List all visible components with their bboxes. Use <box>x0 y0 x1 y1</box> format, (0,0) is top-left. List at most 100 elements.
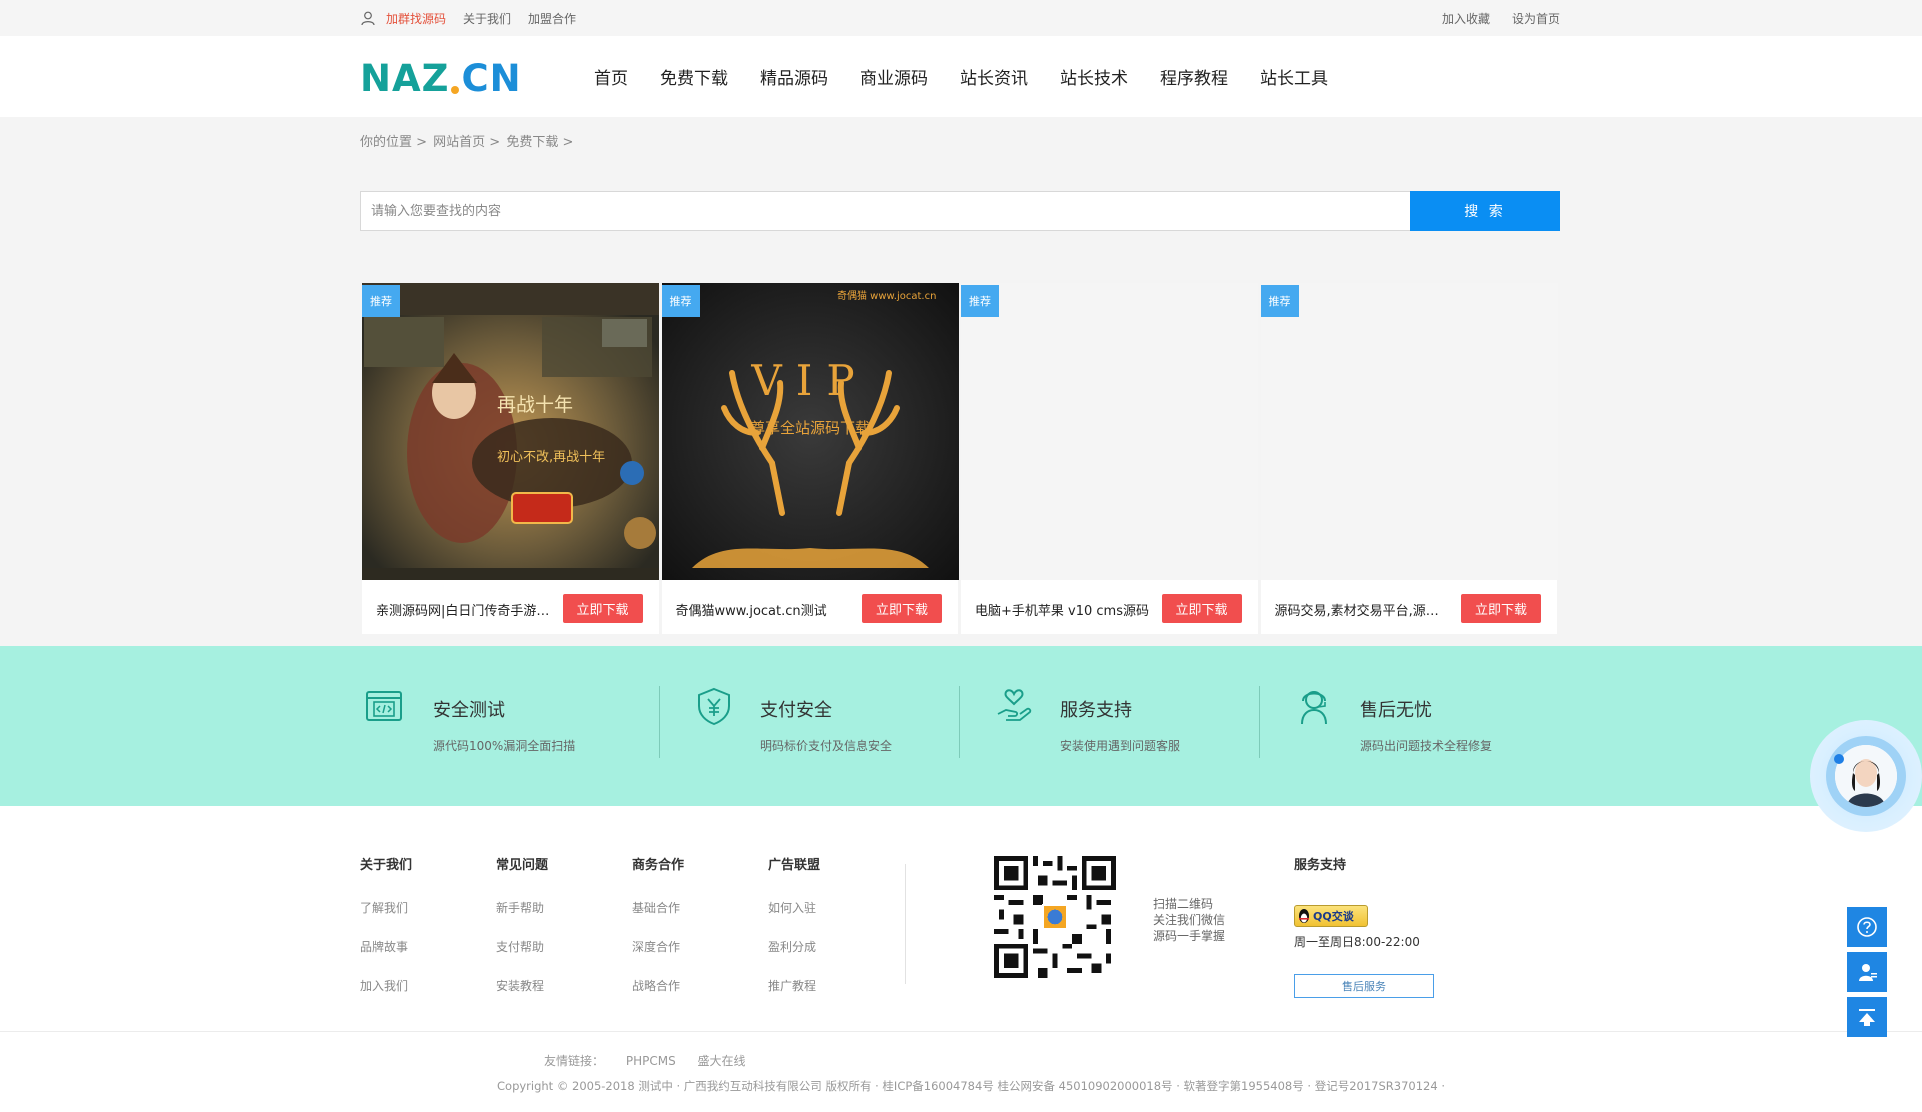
recommend-badge: 推荐 <box>961 285 999 317</box>
add-favorite-link[interactable]: 加入收藏 <box>1442 10 1490 27</box>
feature-subtitle: 安装使用遇到问题客服 <box>1060 739 1181 753</box>
search-bar: 搜 索 <box>360 191 1560 231</box>
product-card[interactable]: 推荐 再战十年 初心不改,再战十年 亲测源码网|白日门传奇手游源码 立即下载 <box>362 283 659 634</box>
nav-webmaster-tools[interactable]: 站长工具 <box>1260 64 1328 89</box>
main-nav: 首页 免费下载 精品源码 商业源码 站长资讯 站长技术 程序教程 站长工具 <box>594 36 1360 117</box>
nav-program-tutorials[interactable]: 程序教程 <box>1160 64 1228 89</box>
card-title[interactable]: 奇偶猫www.jocat.cn测试 <box>676 600 851 619</box>
qq-penguin-icon <box>1299 909 1309 923</box>
breadcrumb-home[interactable]: 网站首页 > <box>433 135 500 150</box>
agent-avatar-icon <box>1835 745 1897 807</box>
feature-payment-security: 支付安全 明码标价支付及信息安全 <box>660 646 960 806</box>
download-button[interactable]: 立即下载 <box>1461 594 1541 623</box>
recommend-badge: 推荐 <box>362 285 400 317</box>
recommend-badge: 推荐 <box>1260 285 1299 317</box>
customer-service-avatar[interactable] <box>1810 720 1922 832</box>
friend-link[interactable]: PHPCMS <box>626 1054 676 1068</box>
footer-column-title: 常见问题 <box>496 858 549 873</box>
feature-service-support: 服务支持 安装使用遇到问题客服 <box>960 646 1260 806</box>
product-card[interactable]: 推荐 电脑+手机苹果 v10 cms源码 立即下载 <box>961 283 1258 634</box>
vip-banner-thumbnail[interactable]: 奇偶猫 www.jocat.cn VIP 尊享全站源码下载 <box>661 283 959 580</box>
join-partner-link[interactable]: 加盟合作 <box>528 10 576 27</box>
footer-link[interactable]: 盈利分成 <box>768 938 904 955</box>
product-card[interactable]: 推荐 源码交易,素材交易平台,源码下载 立即下载 <box>1260 283 1558 634</box>
feature-security-test: 安全测试 源代码100%漏洞全面扫描 <box>360 646 660 806</box>
game-screenshot-thumbnail[interactable]: 再战十年 初心不改,再战十年 <box>362 283 659 580</box>
footer-column-title: 广告联盟 <box>768 858 821 873</box>
header: NAZ CN 首页 免费下载 精品源码 商业源码 站长资讯 站长技术 程序教程 站… <box>0 36 1922 117</box>
breadcrumb: 你的位置 > 网站首页 > 免费下载 > <box>360 131 575 150</box>
feature-title: 服务支持 <box>1060 700 1132 721</box>
footer-link[interactable]: 品牌故事 <box>360 938 496 955</box>
footer-column-faq: 常见问题 新手帮助 支付帮助 安装教程 <box>496 854 632 1016</box>
footer-link[interactable]: 支付帮助 <box>496 938 632 955</box>
footer-column-ads: 广告联盟 如何入驻 盈利分成 推广教程 <box>768 854 904 1016</box>
top-bar: 加群找源码 关于我们 加盟合作 加入收藏 设为首页 <box>0 0 1922 36</box>
after-sales-button[interactable]: 售后服务 <box>1294 974 1434 998</box>
nav-home[interactable]: 首页 <box>594 64 628 89</box>
footer-column-title: 商务合作 <box>632 858 685 873</box>
footer-link[interactable]: 战略合作 <box>632 977 768 994</box>
blank-thumbnail[interactable] <box>961 283 1258 580</box>
footer-column-about: 关于我们 了解我们 品牌故事 加入我们 <box>360 854 496 1016</box>
qr-caption: 扫描二维码 关注我们微信 源码一手掌握 <box>1153 897 1226 943</box>
nav-premium-source[interactable]: 精品源码 <box>760 64 828 89</box>
set-homepage-link[interactable]: 设为首页 <box>1512 10 1560 27</box>
service-hours: 周一至周日8:00-22:00 <box>1294 935 1420 949</box>
site-logo[interactable]: NAZ CN <box>360 57 522 100</box>
back-to-top-icon <box>1859 1009 1875 1026</box>
game-title-text: 再战十年 <box>497 394 573 416</box>
footer-divider <box>905 864 906 984</box>
breadcrumb-label: 你的位置 > <box>360 135 428 150</box>
search-button[interactable]: 搜 索 <box>1410 191 1560 231</box>
footer-link[interactable]: 加入我们 <box>360 977 496 994</box>
contact-icon <box>1859 964 1877 981</box>
wechat-qr-code <box>994 856 1116 978</box>
nav-commercial-source[interactable]: 商业源码 <box>860 64 928 89</box>
nav-webmaster-news[interactable]: 站长资讯 <box>960 64 1028 89</box>
feature-subtitle: 源代码100%漏洞全面扫描 <box>433 739 576 753</box>
card-title[interactable]: 亲测源码网|白日门传奇手游源码 <box>376 600 551 619</box>
feature-after-sales: 售后无忧 源码出问题技术全程修复 <box>1260 646 1560 806</box>
friend-links: 友情链接： PHPCMS 盛大在线 <box>544 1052 764 1069</box>
feature-subtitle: 源码出问题技术全程修复 <box>1360 739 1493 753</box>
feature-title: 安全测试 <box>433 700 505 721</box>
back-to-top-button[interactable] <box>1847 997 1887 1037</box>
contact-button[interactable] <box>1847 952 1887 992</box>
footer-link[interactable]: 安装教程 <box>496 977 632 994</box>
download-button[interactable]: 立即下载 <box>862 594 942 623</box>
nav-webmaster-tech[interactable]: 站长技术 <box>1060 64 1128 89</box>
search-input[interactable] <box>360 191 1410 231</box>
download-button[interactable]: 立即下载 <box>562 594 643 623</box>
footer-column-business: 商务合作 基础合作 深度合作 战略合作 <box>632 854 768 1016</box>
blank-thumbnail[interactable] <box>1260 283 1558 580</box>
feature-title: 售后无忧 <box>1360 700 1432 721</box>
qq-chat-button[interactable]: QQ交谈 <box>1294 905 1368 927</box>
service-title: 服务支持 <box>1294 858 1347 873</box>
footer-divider <box>0 1031 1922 1032</box>
card-title[interactable]: 电脑+手机苹果 v10 cms源码 <box>975 600 1150 619</box>
service-support: 服务支持 QQ交谈 周一至周日8:00-22:00 售后服务 <box>1294 854 1444 998</box>
footer-link[interactable]: 了解我们 <box>360 899 496 916</box>
footer-link[interactable]: 新手帮助 <box>496 899 632 916</box>
nav-free-download[interactable]: 免费下载 <box>660 64 728 89</box>
user-icon <box>361 11 375 26</box>
card-title[interactable]: 源码交易,素材交易平台,源码下载 <box>1275 600 1450 619</box>
feature-title: 支付安全 <box>760 700 832 721</box>
footer-link[interactable]: 如何入驻 <box>768 899 904 916</box>
join-group-link[interactable]: 加群找源码 <box>386 10 446 27</box>
footer-link[interactable]: 推广教程 <box>768 977 904 994</box>
download-button[interactable]: 立即下载 <box>1161 594 1242 623</box>
friend-link[interactable]: 盛大在线 <box>698 1054 746 1068</box>
product-cards: 推荐 再战十年 初心不改,再战十年 亲测源码网|白日门传奇手游源码 立即下载 推… <box>362 283 1560 634</box>
breadcrumb-free-download[interactable]: 免费下载 > <box>506 135 573 150</box>
footer-link[interactable]: 基础合作 <box>632 899 768 916</box>
product-card[interactable]: 推荐 奇偶猫 www.jocat.cn VIP 尊享全站源码下载 奇偶猫www.… <box>661 283 959 634</box>
yen-shield-icon <box>698 687 730 726</box>
footer-link[interactable]: 深度合作 <box>632 938 768 955</box>
recommend-badge: 推荐 <box>661 285 700 317</box>
headset-agent-icon <box>1301 691 1327 725</box>
help-button[interactable] <box>1847 907 1887 947</box>
about-us-link[interactable]: 关于我们 <box>463 10 511 27</box>
friend-links-label: 友情链接： <box>544 1054 605 1068</box>
